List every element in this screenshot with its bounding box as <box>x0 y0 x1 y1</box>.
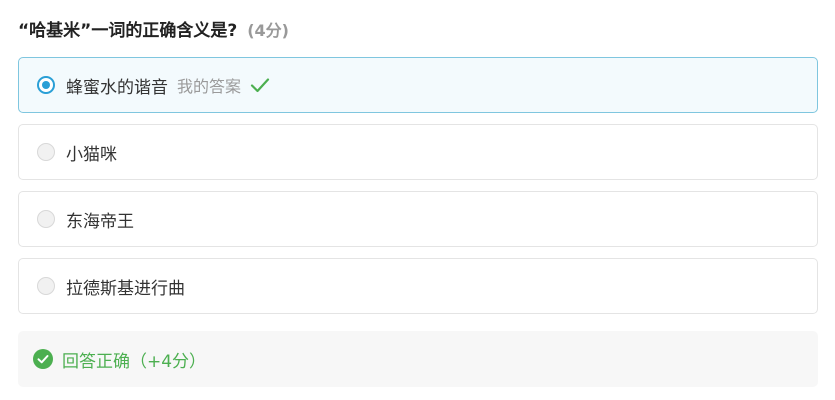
question-title: “哈基米”一词的正确含义是? (4分) <box>18 16 289 42</box>
option-label: 拉德斯基进行曲 <box>66 278 185 299</box>
radio-icon[interactable] <box>37 143 55 161</box>
option-3[interactable]: 东海帝王 <box>18 191 818 247</box>
answer-result: 回答正确（+4分） <box>18 331 818 387</box>
option-4[interactable]: 拉德斯基进行曲 <box>18 258 818 314</box>
option-label: 东海帝王 <box>66 211 134 232</box>
radio-icon[interactable] <box>37 277 55 295</box>
option-label: 小猫咪 <box>66 144 117 165</box>
check-circle-icon <box>33 349 53 369</box>
option-2[interactable]: 小猫咪 <box>18 124 818 180</box>
question-text: “哈基米”一词的正确含义是? <box>18 21 238 41</box>
result-text: 回答正确（+4分） <box>62 351 207 372</box>
option-label: 蜂蜜水的谐音 <box>66 77 168 98</box>
radio-icon[interactable] <box>37 210 55 228</box>
my-answer-tag: 我的答案 <box>177 77 242 96</box>
check-icon <box>250 77 270 93</box>
radio-selected-icon[interactable] <box>37 76 55 94</box>
option-1[interactable]: 蜂蜜水的谐音 我的答案 <box>18 57 818 113</box>
question-score: (4分) <box>247 20 289 40</box>
